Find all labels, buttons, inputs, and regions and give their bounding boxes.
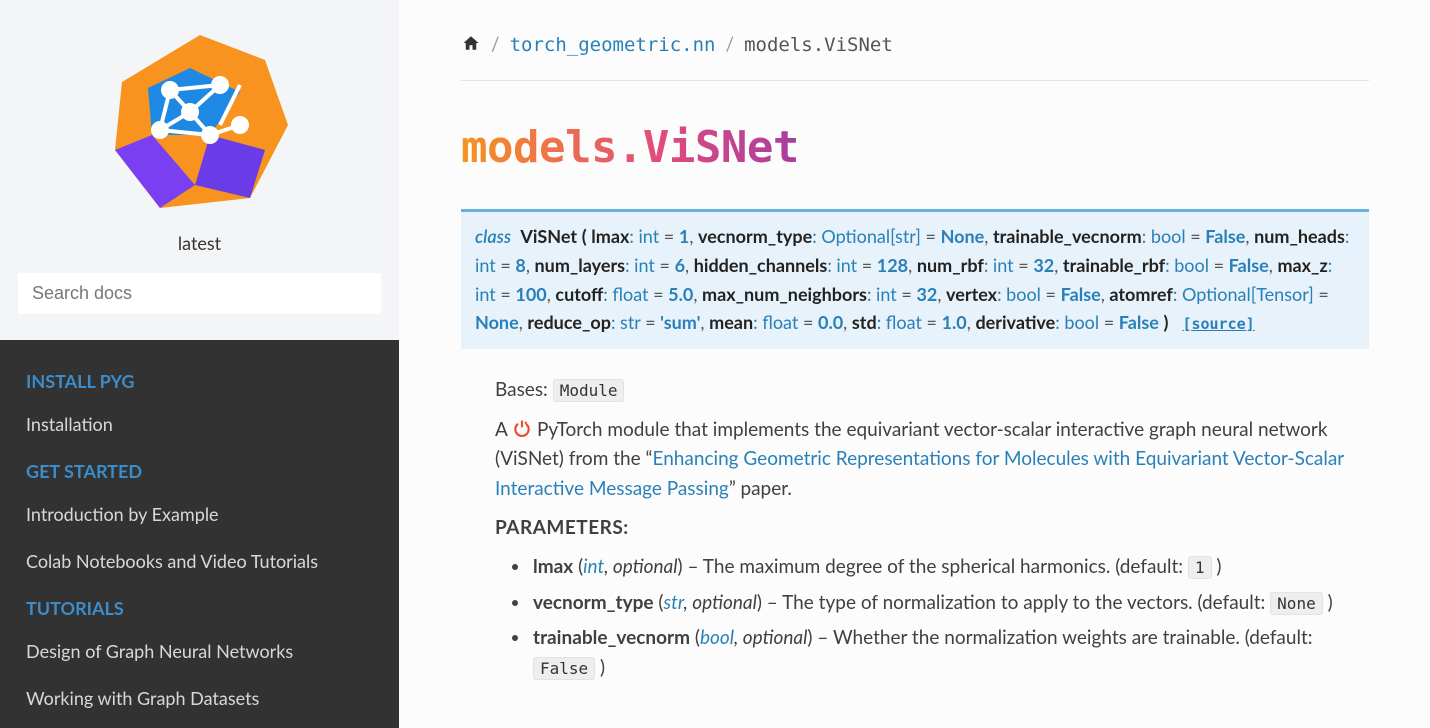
parameters-heading: PARAMETERS: [495, 513, 1369, 542]
type-link[interactable]: bool [700, 626, 734, 649]
description: A PyTorch module that implements the equ… [495, 415, 1369, 503]
breadcrumb-module-link[interactable]: torch_geometric.nn [510, 31, 716, 60]
bases-label: Bases: [495, 378, 548, 401]
search-input[interactable] [18, 273, 381, 314]
breadcrumb-sep: / [491, 31, 500, 60]
sidebar: latest INSTALL PYGInstallationGET STARTE… [0, 0, 399, 728]
page-title: models.ViSNet [461, 115, 1369, 181]
version-label: latest [178, 230, 221, 257]
param-item: trainable_vecnorm (bool, optional) – Whe… [531, 623, 1369, 682]
main-content: / torch_geometric.nn / models.ViSNet mod… [399, 0, 1429, 728]
bases-value: Module [553, 379, 625, 402]
home-icon[interactable] [461, 30, 481, 60]
sidebar-nav: INSTALL PYGInstallationGET STARTEDIntrod… [0, 340, 399, 728]
class-signature: class ViSNet ( lmax: int = 1, vecnorm_ty… [461, 209, 1369, 349]
pyg-logo [100, 30, 300, 220]
nav-item[interactable]: Introduction by Example [0, 491, 399, 538]
pytorch-icon [512, 419, 532, 439]
nav-item[interactable]: Installation [0, 401, 399, 448]
nav-caption: GET STARTED [0, 448, 399, 491]
param-item: vecnorm_type (str, optional) – The type … [531, 588, 1369, 617]
type-link[interactable]: str [664, 591, 684, 614]
breadcrumb-current: models.ViSNet [744, 31, 893, 60]
parameters-list: lmax (int, optional) – The maximum degre… [495, 552, 1369, 682]
nav-caption: TUTORIALS [0, 585, 399, 628]
breadcrumb: / torch_geometric.nn / models.ViSNet [461, 22, 1369, 81]
sidebar-header: latest [0, 0, 399, 340]
doc-body: Bases: Module A PyTorch module that impl… [461, 349, 1369, 682]
nav-item[interactable]: Design of Graph Neural Networks [0, 628, 399, 675]
breadcrumb-sep: / [726, 31, 735, 60]
bases-line: Bases: Module [495, 375, 1369, 404]
param-item: lmax (int, optional) – The maximum degre… [531, 552, 1369, 581]
nav-item[interactable]: Colab Notebooks and Video Tutorials [0, 538, 399, 585]
source-link[interactable]: [source] [1182, 315, 1254, 333]
type-link[interactable]: int [583, 555, 604, 578]
nav-item[interactable]: Working with Graph Datasets [0, 675, 399, 722]
nav-caption: INSTALL PYG [0, 358, 399, 401]
